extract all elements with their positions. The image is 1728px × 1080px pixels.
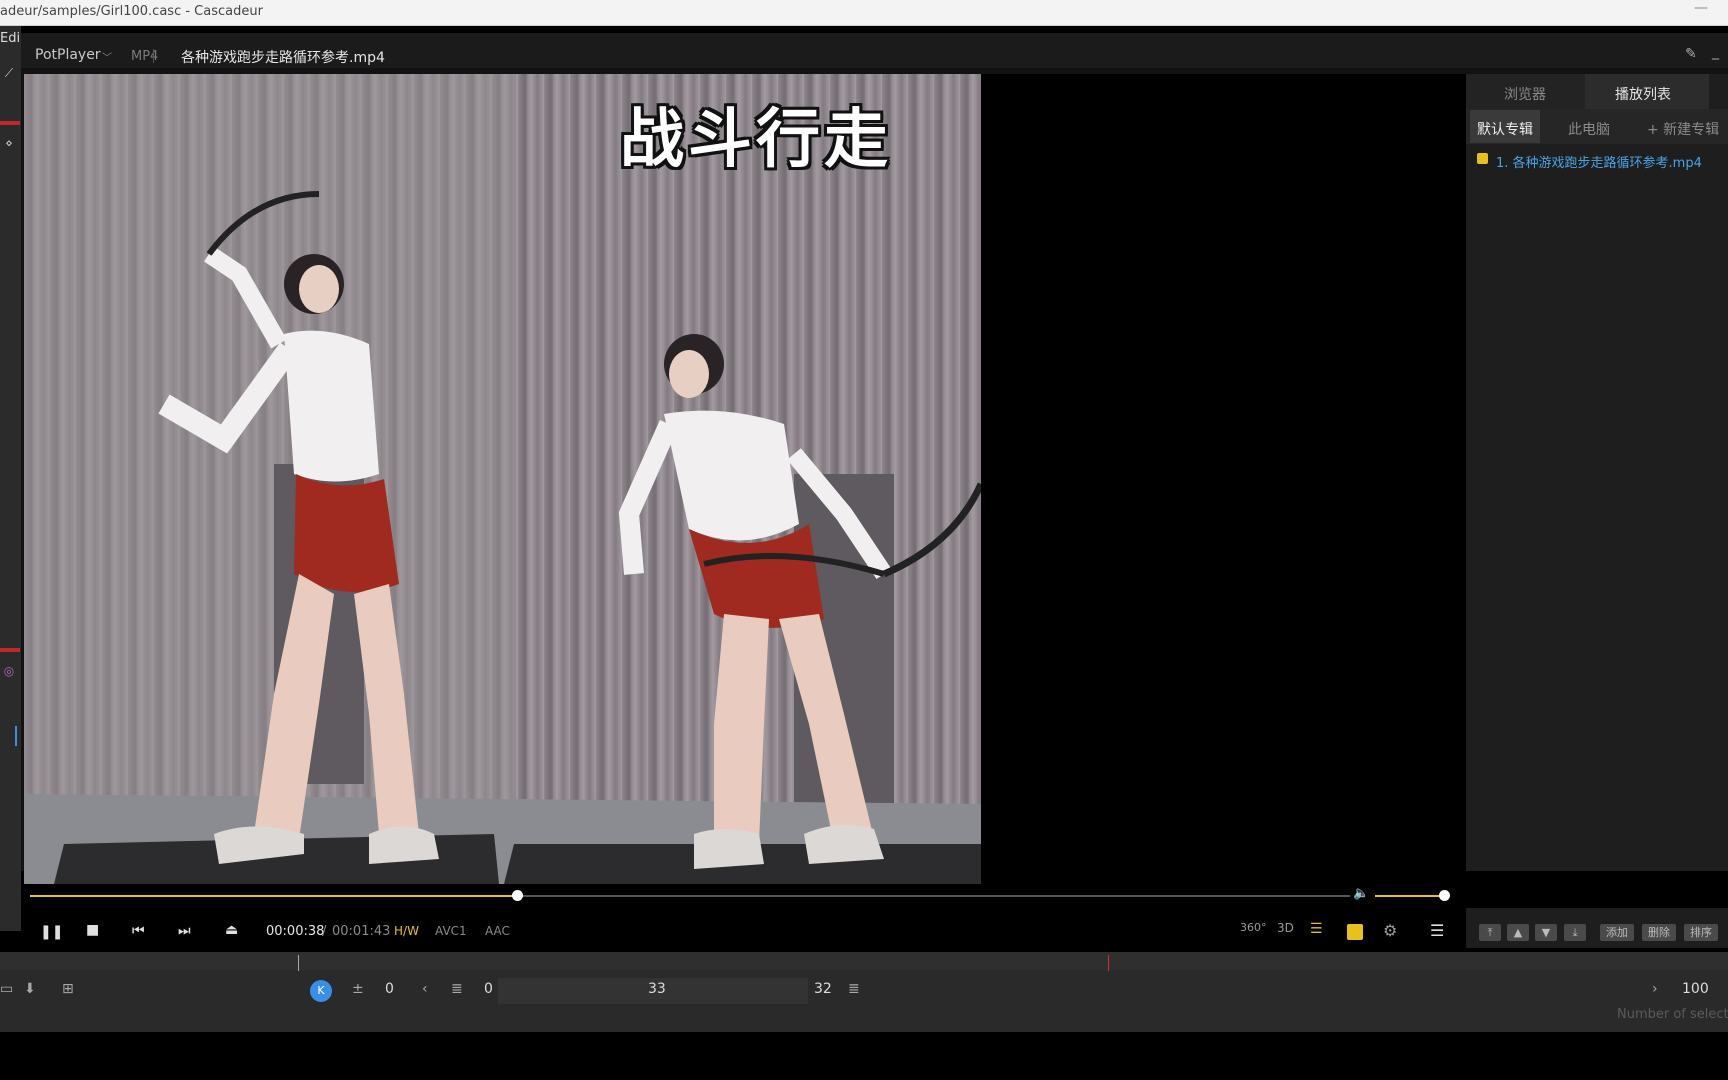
tab-default-album-label: 默认专辑 [1477,122,1533,138]
next-icon[interactable]: ⏭ [178,923,191,939]
move-up-icon[interactable]: ▲ [1507,924,1529,941]
seek-progress [30,895,518,897]
timeline-ruler[interactable] [0,952,1728,970]
3d-icon[interactable]: 3D [1277,921,1294,935]
eject-icon[interactable]: ⏏ [225,922,238,938]
chevron-down-icon[interactable]: ﹀ [102,49,112,64]
search-list-icon[interactable]: ☰ [1310,921,1323,937]
gear-icon[interactable]: ⚙ [1383,921,1397,940]
timeline-playhead[interactable] [1108,955,1109,971]
pause-icon[interactable]: ❚❚ [40,924,63,940]
list-icon[interactable]: ≣ [451,981,463,997]
playlist-panel [1466,74,1728,871]
video-frame[interactable] [24,74,981,884]
time-separator: / [322,924,327,939]
subtitle-icon[interactable] [1347,924,1363,940]
tab-this-pc[interactable]: 此电脑 [1568,119,1610,139]
hw-badge[interactable]: H/W [394,924,419,938]
tab-playlist-label: 播放列表 [1615,87,1671,103]
divider [153,49,154,63]
end-frame-field[interactable]: 32 [814,981,832,997]
total-time: 00:01:43 [332,924,391,939]
graph-icon[interactable]: ⋄ [0,136,18,152]
status-text: Number of select [1617,1007,1728,1022]
previous-icon[interactable]: ⏮ [132,923,145,939]
move-top-icon[interactable]: ⤒ [1479,924,1501,941]
red-marker [0,648,20,652]
vr-360-icon[interactable]: 360° [1240,921,1267,934]
volume-icon[interactable]: 🔈 [1353,886,1369,901]
add-frame-icon[interactable]: ⊞ [62,981,74,997]
edit-menu[interactable]: Edi [0,31,20,46]
move-bottom-icon[interactable]: ⤓ [1564,924,1586,941]
minimize-button[interactable]: — [1694,0,1708,16]
file-name: 各种游戏跑步走路循环参考.mp4 [181,50,385,66]
seek-handle[interactable] [512,890,523,901]
playing-icon [1477,153,1488,164]
volume-handle[interactable] [1439,890,1450,901]
stop-icon[interactable]: ■ [86,922,99,938]
list-icon[interactable]: ≣ [848,981,860,997]
current-frame-field[interactable]: 0 [484,981,493,997]
chevron-right-icon[interactable]: › [1652,981,1658,997]
video-subtitle: 战斗行走 [620,103,892,177]
layers-icon[interactable]: ▭ [0,981,13,997]
zoom-field[interactable]: 100 [1682,981,1709,997]
current-time: 00:00:38 [266,924,325,939]
chevron-left-icon[interactable]: ‹ [422,981,428,997]
save-icon[interactable]: ⬇ [24,981,36,997]
audio-codec-badge[interactable]: AAC [485,924,510,938]
new-album-button[interactable]: + 新建专辑 [1647,119,1719,139]
frame-range-value: 33 [648,981,666,997]
cascadeur-left-toolbar: Edi ⟋ ⋄ ◎ [0,26,21,931]
start-frame-field[interactable]: 0 [385,981,394,997]
window-titlebar: adeur/samples/Girl100.casc - Cascadeur — [0,0,1728,26]
delete-button[interactable]: 删除 [1642,924,1676,941]
minimize-icon[interactable]: _ [1712,44,1719,60]
potplayer-menu[interactable]: PotPlayer [35,47,101,63]
video-codec-badge[interactable]: AVC1 [435,924,467,938]
add-button[interactable]: 添加 [1600,924,1634,941]
target-icon[interactable]: ◎ [0,664,18,680]
video-image [24,74,981,884]
window-title: adeur/samples/Girl100.casc - Cascadeur [0,4,263,19]
red-marker [0,121,20,125]
move-down-icon[interactable]: ▼ [1535,924,1557,941]
blue-marker [15,726,17,746]
timeline-start-marker [298,955,299,971]
pin-icon[interactable]: ✎ [1685,46,1697,62]
curve-tool-icon[interactable]: ⟋ [0,66,18,82]
tab-browser-label: 浏览器 [1504,87,1546,103]
plus-minus-icon[interactable]: ± [352,981,364,997]
sort-button[interactable]: 排序 [1684,924,1718,941]
volume-slider[interactable] [1375,895,1445,897]
keyframe-icon[interactable]: K [310,980,332,1002]
list-item[interactable]: 1. 各种游戏跑步走路循环参考.mp4 [1496,152,1702,171]
format-label: MP4 [131,49,159,64]
menu-icon[interactable]: ☰ [1430,921,1444,940]
